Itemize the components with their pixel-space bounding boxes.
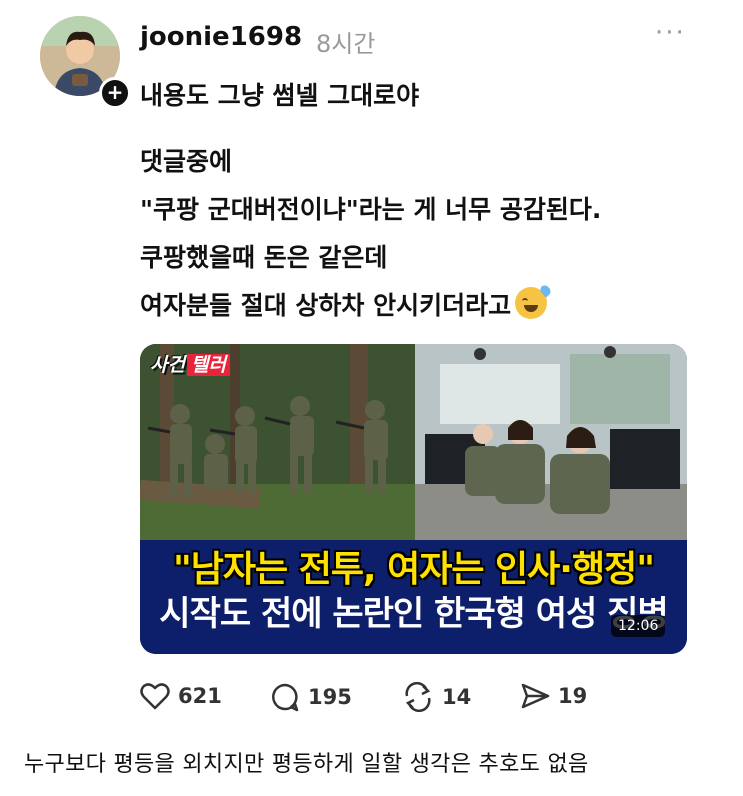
post-body-line: 여자분들 절대 상하차 안시키더라고 [140, 282, 601, 330]
post-body-line: 댓글중에 [140, 147, 233, 176]
username[interactable]: joonie1698 [140, 22, 302, 52]
video-thumbnail[interactable]: 사건 텔러 "남자는 전투, 여자는 인사·행정" 시작도 전에 논란인 한국형 … [140, 344, 687, 654]
post-body-line: "쿠팡 군대버전이냐"라는 게 너무 공감된다. [140, 195, 602, 224]
heart-icon [140, 683, 170, 710]
thumbnail-headline-2: 시작도 전에 논란인 한국형 여성 징병 [159, 594, 668, 634]
comment-bubble-icon [272, 683, 299, 712]
thumbnail-headline-1: "남자는 전투, 여자는 인사·행정" [173, 549, 655, 590]
send-icon [521, 683, 550, 709]
like-button[interactable]: 621 [140, 682, 222, 710]
caption-text: 누구보다 평등을 외치지만 평등하게 일할 생각은 추호도 없음 [24, 752, 589, 777]
post-first-line: 내용도 그냥 썸넬 그대로야 [140, 81, 420, 110]
post-body: 댓글중에 "쿠팡 군대버전이냐"라는 게 너무 공감된다. 쿠팡했을때 돈은 같… [140, 138, 601, 330]
share-button[interactable]: 19 [520, 682, 587, 710]
post-time: 8시간 [316, 30, 376, 58]
follow-plus-icon[interactable]: + [99, 77, 131, 109]
repost-count: 14 [442, 685, 472, 709]
video-duration: 12:06 [611, 615, 666, 637]
repost-icon [405, 682, 431, 712]
channel-logo: 사건 텔러 [150, 350, 230, 377]
more-options-icon[interactable]: ··· [655, 18, 686, 48]
post-body-line: 쿠팡했을때 돈은 같은데 [140, 243, 388, 272]
comment-button[interactable]: 195 [270, 682, 352, 712]
comment-count: 195 [308, 685, 352, 709]
repost-button[interactable]: 14 [402, 682, 471, 712]
share-count: 19 [558, 684, 588, 708]
like-count: 621 [178, 684, 222, 708]
sweat-smile-emoji-icon [515, 283, 553, 319]
